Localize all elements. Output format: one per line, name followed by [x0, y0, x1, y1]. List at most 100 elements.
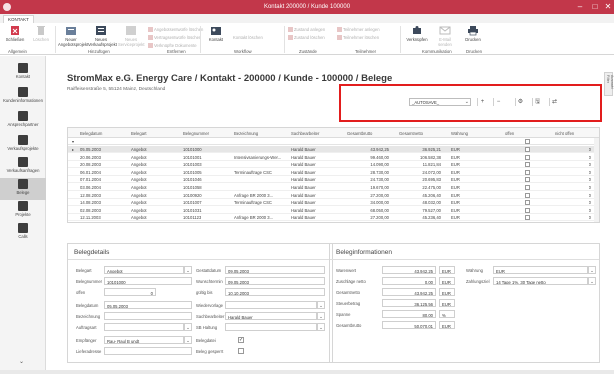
row-offen-checkbox[interactable] — [525, 215, 530, 221]
column-header[interactable]: nicht offen — [555, 131, 574, 136]
empfaenger-select[interactable]: Rau- Raul B undt — [104, 336, 184, 344]
table-row[interactable]: 12.08.2003 Angebot 10100920 Anfrage BR 2000… — [68, 192, 599, 199]
add-layout-button[interactable]: + — [477, 98, 487, 106]
table-row[interactable]: 06.01.2004 Angebot 10101005 Terminauftrage … — [68, 169, 599, 176]
row-offen-checkbox[interactable] — [525, 154, 530, 160]
sidebar-item-kontakt[interactable]: Kontakt — [0, 62, 46, 84]
row-offen-checkbox[interactable] — [525, 177, 530, 183]
close-record-button[interactable]: Schließen — [2, 25, 28, 47]
table-row[interactable]: 03.06.2004 Angebot 10101058 Harald Bauer 19.… — [68, 184, 599, 191]
sidebar-item-verkaufsanfragen[interactable]: Verkaufsanfragen — [0, 156, 46, 178]
belegart-select[interactable]: Angebot — [104, 266, 184, 274]
new-service-project-button[interactable]: Neues Serviceprojekt — [118, 25, 145, 47]
send-email-button[interactable]: E-Mail senden — [432, 25, 458, 47]
waehrung-select[interactable]: EUR — [493, 266, 588, 274]
chevron-down-icon[interactable]: ⌄ — [19, 358, 24, 365]
wunschtermin-field[interactable]: 09.05.2003 — [225, 277, 325, 285]
chevron-down-icon[interactable]: ⌄ — [184, 266, 192, 274]
delete-participant-button[interactable]: Teilnehmer löschen — [337, 35, 379, 41]
row-offen-checkbox[interactable] — [525, 169, 530, 175]
table-row[interactable]: 12.11.2003 Angebot 10101123 Anfrage BR 2000… — [68, 214, 599, 222]
bezeichnung-field[interactable] — [104, 312, 192, 320]
grid-filter-row[interactable]: ▾ — [68, 138, 599, 145]
lieferadresse-field[interactable] — [104, 347, 192, 355]
belegdatei-checkbox[interactable]: ✓ — [238, 337, 244, 343]
gestattdatum-field[interactable]: 09.05.2003 — [225, 266, 325, 274]
minimize-button[interactable]: – — [575, 2, 585, 12]
offen-field[interactable]: 0 — [104, 288, 156, 296]
table-row[interactable]: 07.01.2004 Angebot 10101046 Harald Bauer 24.… — [68, 176, 599, 184]
row-offen-checkbox[interactable] — [525, 147, 530, 152]
chevron-down-icon[interactable]: ⌄ — [588, 266, 596, 274]
tab-kontakt[interactable]: KONTAKT — [3, 15, 34, 23]
save-layout-button[interactable]: 🖫 — [532, 98, 542, 106]
sachbearbeiter-select[interactable]: Harald Bauer — [225, 312, 317, 320]
row-offen-checkbox[interactable] — [525, 185, 530, 190]
column-header[interactable]: Gesamtnetto — [399, 131, 423, 136]
chevron-down-icon[interactable]: ⌄ — [317, 323, 325, 331]
sidebar-item-belege[interactable]: Belege — [0, 178, 46, 200]
wiedervorlage-field[interactable] — [225, 301, 317, 309]
grid-scrollbar[interactable] — [594, 138, 599, 222]
grid-header: Belegdatum Belegart Belegnummer Bezeichn… — [68, 128, 599, 138]
chevron-down-icon[interactable]: ⌄ — [588, 277, 596, 285]
chevron-down-icon[interactable]: ⌄ — [317, 301, 325, 309]
filter-checkbox[interactable] — [525, 139, 530, 144]
contact-person-icon — [18, 111, 28, 121]
link-button[interactable]: Verknüpfen — [404, 25, 430, 47]
remove-layout-button[interactable]: − — [493, 98, 503, 106]
print-button[interactable]: Drucken — [460, 25, 486, 47]
column-header[interactable]: Belegdatum — [80, 131, 102, 136]
sidebar-item-calls[interactable]: Calls — [0, 222, 46, 244]
settings-button[interactable]: ⚙ — [515, 98, 525, 106]
contact-delete-button[interactable]: Kontakt löschen — [233, 35, 263, 41]
auftragsart-label: Auftragsart — [76, 325, 97, 330]
sidebar-item-ansprechpartner[interactable]: Ansprechpartner — [0, 110, 46, 132]
contact-button[interactable]: Kontakt — [203, 25, 229, 47]
chevron-down-icon[interactable]: ⌄ — [184, 323, 192, 331]
row-offen-checkbox[interactable] — [525, 162, 530, 168]
add-participant-button[interactable]: Teilnehmer anlegen — [337, 27, 380, 33]
table-row[interactable]: ▸ 05.05.2003 Angebot 10101000 Harald Bauer 43… — [68, 146, 599, 153]
row-offen-checkbox[interactable] — [525, 192, 530, 198]
column-header[interactable]: offen — [505, 131, 514, 136]
column-header[interactable]: Währung — [451, 131, 468, 136]
filter-side-tab[interactable]: Auswahl Filter — [604, 72, 614, 96]
add-state-button[interactable]: Zustand anlegen — [288, 27, 325, 33]
column-header[interactable]: Belegart — [131, 131, 147, 136]
table-cell: Harald Bauer — [291, 185, 316, 190]
row-offen-checkbox[interactable] — [525, 200, 530, 206]
new-offer-project-button[interactable]: Neuer Angebotsprojekt — [58, 25, 88, 47]
gueltig-bis-field[interactable]: 10.10.2003 — [225, 288, 325, 296]
zuschlaege-field: 0,00 — [382, 277, 436, 285]
belegnummer-field[interactable]: 10101000 — [104, 277, 192, 285]
delete-state-button[interactable]: Zustand löschen — [288, 35, 325, 41]
sidebar-item-verkaufsprojekte[interactable]: Verkaufsprojekte — [0, 134, 46, 156]
column-header[interactable]: Gesamtbrutto — [347, 131, 372, 136]
table-row[interactable]: 20.06.2003 Angebot 10101001 Intensivsanieru… — [68, 154, 599, 161]
delete-contract-drafts-button[interactable]: Vertragsentwürfe löschen — [148, 35, 201, 41]
table-row[interactable]: 14.08.2003 Angebot 10101007 Terminauftrage … — [68, 199, 599, 207]
chevron-down-icon[interactable]: ⌄ — [184, 336, 192, 344]
sidebar-item-kundeninformationen[interactable]: Kundeninformationen — [0, 86, 46, 108]
table-row[interactable]: 02.08.2003 Angebot 10101031 Harald Bauer 68.… — [68, 207, 599, 214]
refresh-button[interactable]: ⇄ — [549, 98, 559, 106]
maximize-button[interactable]: □ — [590, 2, 600, 12]
sb-haltung-select[interactable] — [225, 323, 317, 331]
layout-combo[interactable]: _AUTOSAVE_ ⌄ — [409, 98, 471, 106]
delete-offer-drafts-button[interactable]: Angebotsentwürfe löschen — [148, 27, 203, 33]
delete-button[interactable]: Löschen — [28, 25, 54, 47]
table-row[interactable]: 20.08.2003 Angebot 10101003 Harald Bauer 14.… — [68, 161, 599, 169]
zahlungsziel-select[interactable]: 14 Tage 1%, 30 Tage netto — [493, 277, 588, 285]
beleg-gesperrt-checkbox[interactable] — [238, 348, 244, 354]
column-header[interactable]: Belegnummer — [183, 131, 209, 136]
column-header[interactable]: Sachbearbeiter — [291, 131, 319, 136]
chevron-down-icon[interactable]: ⌄ — [317, 312, 325, 320]
row-offen-checkbox[interactable] — [525, 207, 530, 213]
column-header[interactable]: Bezeichnung — [234, 131, 258, 136]
auftragsart-select[interactable] — [104, 323, 184, 331]
new-sales-project-button[interactable]: Neues Verkaufsprojekt — [88, 25, 117, 47]
sidebar-item-projekte[interactable]: Projekte — [0, 200, 46, 222]
close-button[interactable]: ✕ — [603, 2, 613, 12]
belegdatum-field[interactable]: 05.05.2003 — [104, 301, 192, 309]
